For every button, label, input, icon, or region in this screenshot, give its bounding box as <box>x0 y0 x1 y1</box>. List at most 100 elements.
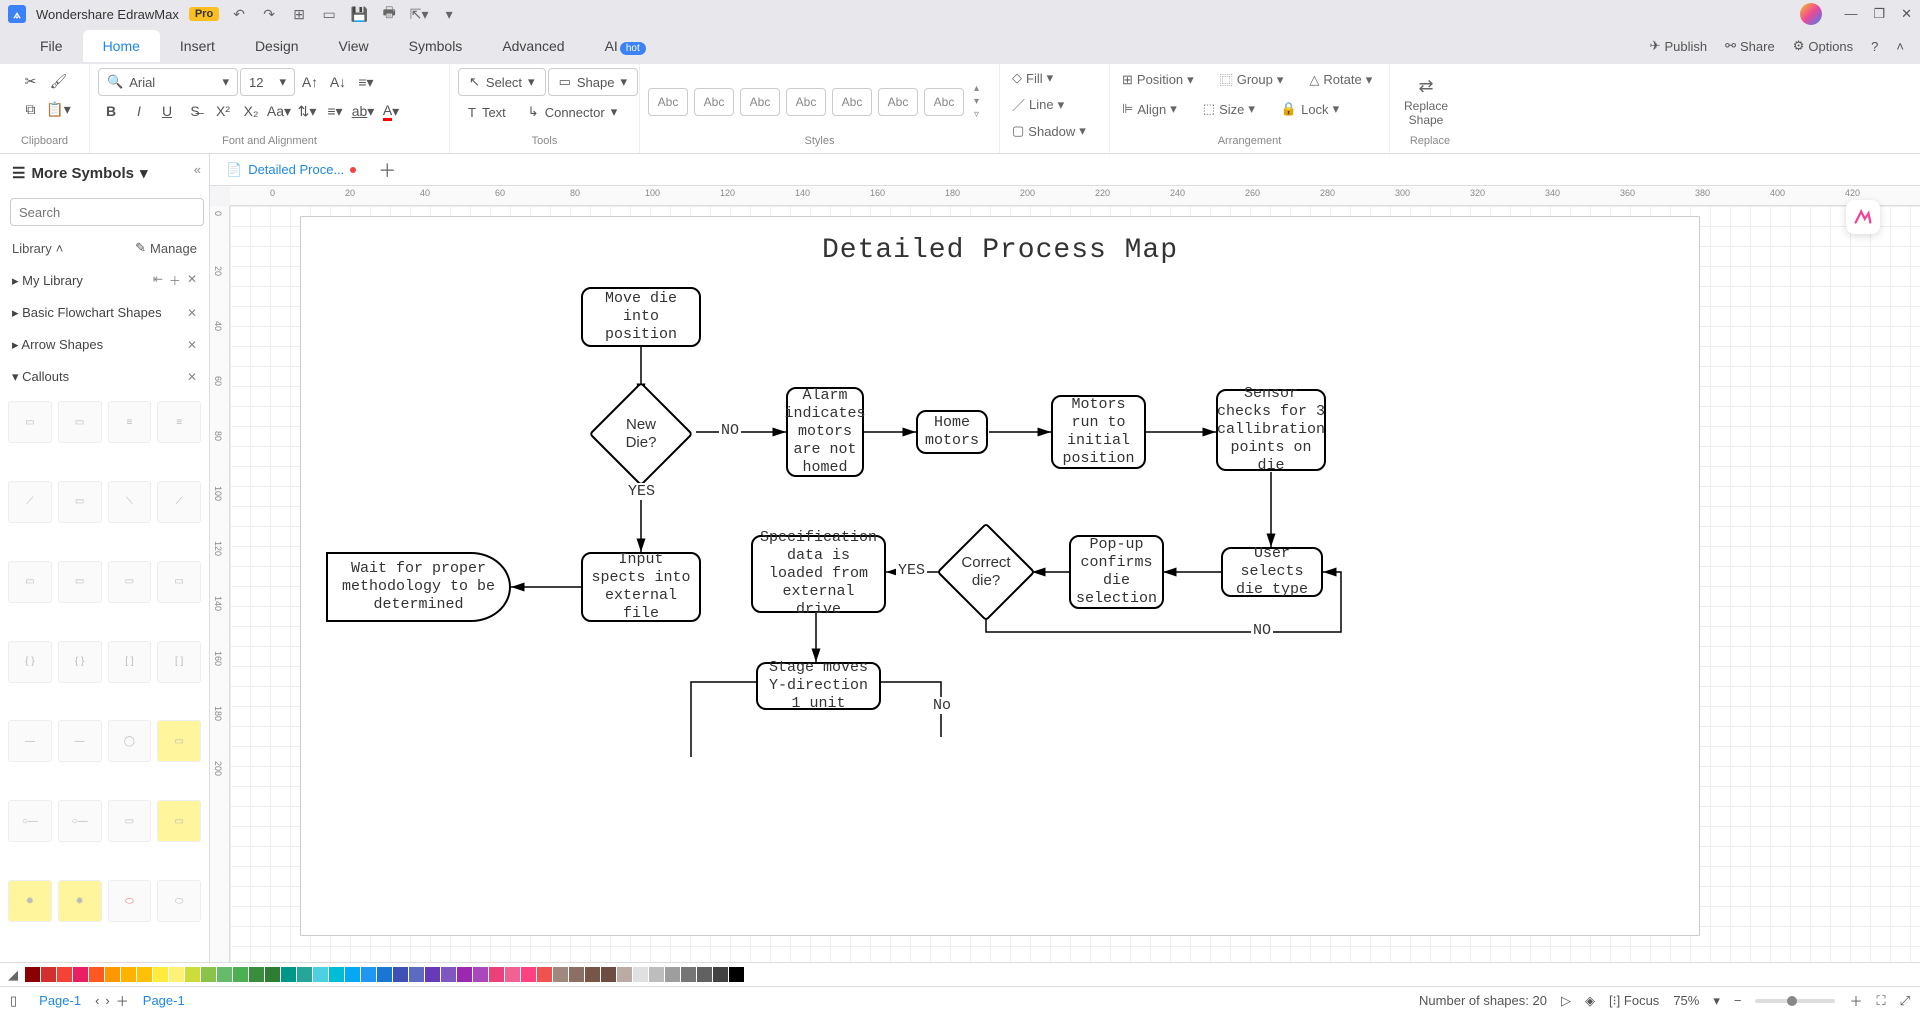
ai-fab-button[interactable] <box>1846 200 1880 234</box>
copy-button[interactable]: ⧉ <box>18 96 44 122</box>
shape-item[interactable]: [ ] <box>108 641 152 683</box>
style-up[interactable]: ▴ <box>974 83 979 94</box>
shrink-font-button[interactable]: A↓ <box>325 69 351 95</box>
color-swatch[interactable] <box>89 967 104 982</box>
style-swatch-6[interactable]: Abc <box>878 88 918 116</box>
subscript-button[interactable]: X₂ <box>238 98 264 124</box>
next-page[interactable]: › <box>105 993 109 1008</box>
current-page-tab[interactable]: Page-1 <box>143 993 185 1008</box>
shape-item[interactable]: ▭ <box>157 800 201 842</box>
node-motors-run[interactable]: Motors run to initial position <box>1051 395 1146 469</box>
export-button[interactable]: ⇱▾ <box>409 4 429 24</box>
node-user-selects[interactable]: User selects die type <box>1221 547 1323 597</box>
shape-item[interactable]: ⬭ <box>108 880 152 922</box>
menu-file[interactable]: File <box>20 30 83 62</box>
font-size[interactable]: 12▾ <box>240 68 295 96</box>
color-swatch[interactable] <box>329 967 344 982</box>
node-correct-die[interactable]: Correct die? <box>937 523 1036 622</box>
print-button[interactable]: 🖶 <box>379 4 399 24</box>
shape-item[interactable]: ▭ <box>58 401 102 443</box>
zoom-slider[interactable] <box>1755 999 1835 1003</box>
color-swatch[interactable] <box>313 967 328 982</box>
color-swatch[interactable] <box>105 967 120 982</box>
cat-callouts[interactable]: ▾ Callouts✕ <box>0 361 209 393</box>
cat-basic[interactable]: ▸ Basic Flowchart Shapes✕ <box>0 297 209 329</box>
page-view-icon[interactable]: ▯ <box>10 993 17 1009</box>
color-swatch[interactable] <box>201 967 216 982</box>
node-spec-data[interactable]: Specification data is loaded from extern… <box>751 535 886 613</box>
shape-item[interactable]: ▭ <box>157 561 201 603</box>
position-button[interactable]: ⊞ Position ▾ <box>1118 70 1198 90</box>
add-tab-button[interactable]: ＋ <box>372 157 402 183</box>
paste-button[interactable]: 📋▾ <box>46 96 72 122</box>
color-swatch[interactable] <box>457 967 472 982</box>
color-swatch[interactable] <box>553 967 568 982</box>
color-swatch[interactable] <box>569 967 584 982</box>
menu-design[interactable]: Design <box>235 30 319 62</box>
shape-item[interactable]: ◯ <box>108 720 152 762</box>
strike-button[interactable]: S̶ <box>182 98 208 124</box>
color-swatch[interactable] <box>153 967 168 982</box>
new-button[interactable]: ⊞ <box>289 4 309 24</box>
color-swatch[interactable] <box>265 967 280 982</box>
color-swatch[interactable] <box>281 967 296 982</box>
style-swatch-1[interactable]: Abc <box>648 88 688 116</box>
replace-shape-button[interactable]: ⇄ Replace Shape <box>1398 76 1454 127</box>
minimize-button[interactable]: — <box>1844 6 1857 22</box>
style-down[interactable]: ▾ <box>974 96 979 107</box>
color-swatch[interactable] <box>121 967 136 982</box>
prev-page[interactable]: ‹ <box>95 993 99 1008</box>
color-swatch[interactable] <box>505 967 520 982</box>
style-swatch-3[interactable]: Abc <box>740 88 780 116</box>
shape-item[interactable]: ✹ <box>8 880 52 922</box>
eyedropper-icon[interactable]: ◢ <box>8 967 18 983</box>
style-swatch-5[interactable]: Abc <box>832 88 872 116</box>
color-swatch[interactable] <box>713 967 728 982</box>
italic-button[interactable]: I <box>126 98 152 124</box>
select-tool[interactable]: ↖ Select ▾ <box>458 68 546 96</box>
color-swatch[interactable] <box>57 967 72 982</box>
color-swatch[interactable] <box>665 967 680 982</box>
underline-button[interactable]: U <box>154 98 180 124</box>
color-swatch[interactable] <box>137 967 152 982</box>
fill-button[interactable]: ◇ Fill ▾ <box>1008 68 1057 88</box>
connector-tool[interactable]: ↳ Connector ▾ <box>518 98 627 126</box>
diagram-title[interactable]: Detailed Process Map <box>822 235 1178 266</box>
menu-advanced[interactable]: Advanced <box>482 30 584 62</box>
library-toggle[interactable]: Library ˄ <box>12 240 63 256</box>
shape-item[interactable]: ≡ <box>108 401 152 443</box>
doc-tab[interactable]: 📄 Detailed Proce... <box>216 158 366 182</box>
close-icon[interactable]: ✕ <box>187 338 197 352</box>
rotate-button[interactable]: △ Rotate ▾ <box>1305 70 1376 90</box>
shape-item[interactable]: — <box>58 720 102 762</box>
close-icon[interactable]: ✕ <box>187 306 197 320</box>
publish-button[interactable]: ✈ Publish <box>1650 38 1708 54</box>
align-button[interactable]: ≡▾ <box>353 69 379 95</box>
text-tool[interactable]: T Text <box>458 98 516 126</box>
canvas[interactable]: Detailed Process Map <box>230 206 1920 962</box>
node-new-die[interactable]: New Die? <box>589 382 694 487</box>
color-swatch[interactable] <box>393 967 408 982</box>
color-swatch[interactable] <box>441 967 456 982</box>
cat-arrow[interactable]: ▸ Arrow Shapes✕ <box>0 329 209 361</box>
cat-mylibrary[interactable]: ▸ My Library⇤＋✕ <box>0 264 209 297</box>
shape-item[interactable]: ▭ <box>8 561 52 603</box>
node-wait[interactable]: Wait for proper methodology to be determ… <box>326 552 511 622</box>
color-swatch[interactable] <box>489 967 504 982</box>
style-more[interactable]: ▿ <box>974 109 979 120</box>
manage-button[interactable]: ✎ Manage <box>135 240 197 256</box>
shape-item[interactable]: ≡ <box>157 401 201 443</box>
page-label[interactable]: Page-1 <box>31 991 89 1010</box>
bold-button[interactable]: B <box>98 98 124 124</box>
shape-item[interactable]: ▭ <box>8 401 52 443</box>
menu-insert[interactable]: Insert <box>160 30 235 62</box>
color-swatch[interactable] <box>345 967 360 982</box>
help-button[interactable]: ? <box>1871 39 1878 54</box>
font-color-button[interactable]: A▾ <box>378 98 404 124</box>
color-swatch[interactable] <box>233 967 248 982</box>
color-swatch[interactable] <box>601 967 616 982</box>
color-swatch[interactable] <box>617 967 632 982</box>
zoom-value[interactable]: 75% <box>1673 993 1699 1008</box>
close-icon[interactable]: ✕ <box>187 272 197 289</box>
add-page[interactable]: ＋ <box>116 991 129 1010</box>
